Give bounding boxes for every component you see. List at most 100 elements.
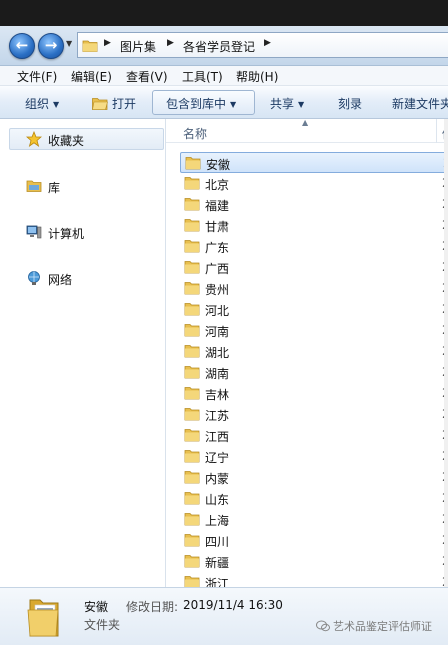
column-header-name[interactable]: 名称 [183,125,207,142]
new-folder-button[interactable]: 新建文件夹 [392,95,448,112]
sort-ascending-icon: ▲ [302,119,309,127]
menu-bar: 文件(F) 编辑(E) 查看(V) 工具(T) 帮助(H) [0,66,448,86]
folder-icon [184,576,200,587]
open-button[interactable]: 打开 [92,95,136,112]
nav-computer[interactable]: 计算机 [48,225,84,242]
folder-icon [184,261,200,274]
back-button[interactable]: ← [9,33,35,59]
library-icon [26,180,42,192]
list-item[interactable]: 广东2 [180,236,448,257]
menu-view[interactable]: 查看(V) [126,68,168,85]
list-item[interactable]: 广西2 [180,257,448,278]
list-item[interactable]: 浙江2 [180,572,448,587]
share-label: 共享 [270,97,295,111]
list-item[interactable]: 江苏2 [180,404,448,425]
folder-icon [184,240,200,253]
breadcrumb-item[interactable]: 图片集 [120,38,156,55]
list-item[interactable]: 湖南2 [180,362,448,383]
list-item[interactable]: 四川2 [180,530,448,551]
wechat-icon [316,620,330,632]
list-item-name: 广东 [205,241,230,255]
include-in-library-label-wrap[interactable]: 包含到库中 ▼ [166,95,236,112]
list-item[interactable]: 贵州2 [180,278,448,299]
list-item[interactable]: 北京2 [180,173,448,194]
folder-icon [184,492,200,505]
folder-icon [184,219,200,232]
list-item[interactable]: 山东2 [180,488,448,509]
list-item-name: 上海 [205,514,230,528]
list-item-name: 山东 [205,493,230,507]
list-item[interactable]: 安徽2 [180,152,448,173]
navigation-pane: 收藏夹 库 计算机 网络 [0,119,166,587]
star-icon [26,131,42,147]
organize-button[interactable]: 组织 ▼ [25,95,59,112]
list-item[interactable]: 内蒙2 [180,467,448,488]
breadcrumb-chevron-icon[interactable]: ▶ [167,38,174,48]
large-folder-icon [27,599,59,637]
menu-file[interactable]: 文件(F) [17,68,57,85]
dropdown-arrow-icon: ▼ [53,100,60,109]
list-item[interactable]: 吉林2 [180,383,448,404]
breadcrumb-chevron-icon[interactable]: ▶ [264,38,271,48]
list-item[interactable]: 江西2 [180,425,448,446]
column-divider[interactable] [436,119,437,143]
list-item-name: 安徽 [206,158,231,172]
list-item-name: 吉林 [205,388,230,402]
details-item-name: 安徽 [84,600,109,614]
watermark-text: 艺术品鉴定评估师证 [333,620,432,633]
column-header-row: 名称 ▲ 修 [166,119,448,143]
list-item[interactable]: 辽宁2 [180,446,448,467]
folder-icon [184,303,200,316]
list-item-name: 湖南 [205,367,230,381]
nav-favorites[interactable]: 收藏夹 [48,132,84,149]
menu-tools[interactable]: 工具(T) [182,68,223,85]
folder-icon [184,177,200,190]
folder-icon [184,345,200,358]
details-date-label: 修改日期: [126,600,179,614]
list-item-name: 河北 [205,304,230,318]
list-item-name: 内蒙 [205,472,230,486]
folder-icon [184,408,200,421]
details-item-type: 文件夹 [84,618,121,632]
share-button[interactable]: 共享 ▼ [270,95,304,112]
vertical-scrollbar[interactable] [444,119,448,587]
list-item-name: 江西 [205,430,230,444]
menu-help[interactable]: 帮助(H) [236,68,278,85]
folder-icon [184,429,200,442]
open-folder-icon [92,98,108,110]
list-item[interactable]: 甘肃2 [180,215,448,236]
nav-network[interactable]: 网络 [48,271,72,288]
folder-icon [184,324,200,337]
list-item[interactable]: 新疆2 [180,551,448,572]
list-item[interactable]: 福建2 [180,194,448,215]
recent-pages-dropdown-icon[interactable]: ▼ [66,39,72,48]
forward-button[interactable]: → [38,33,64,59]
folder-icon [184,198,200,211]
watermark: 艺术品鉴定评估师证 [316,618,432,634]
menu-edit[interactable]: 编辑(E) [71,68,112,85]
list-item-name: 福建 [205,199,230,213]
list-item-name: 广西 [205,262,230,276]
folder-icon [184,450,200,463]
burn-button[interactable]: 刻录 [338,95,362,112]
list-item-name: 贵州 [205,283,230,297]
folder-icon [184,471,200,484]
list-item[interactable]: 河北2 [180,299,448,320]
list-item-name: 江苏 [205,409,230,423]
list-item-name: 甘肃 [205,220,230,234]
folder-icon [184,282,200,295]
nav-libraries[interactable]: 库 [48,179,60,196]
window-top-band [0,0,448,26]
folder-icon [184,555,200,568]
folder-icon [184,387,200,400]
breadcrumb-item[interactable]: 各省学员登记 [183,38,255,55]
list-item[interactable]: 上海2 [180,509,448,530]
details-date-value: 2019/11/4 16:30 [183,598,283,612]
folder-icon [184,534,200,547]
breadcrumb-chevron-icon[interactable]: ▶ [104,38,111,48]
list-item[interactable]: 河南2 [180,320,448,341]
command-toolbar: 组织 ▼ 打开 包含到库中 ▼ 共享 ▼ 刻录 新建文件夹 [0,86,448,119]
list-item[interactable]: 湖北2 [180,341,448,362]
list-item-name: 湖北 [205,346,230,360]
address-box[interactable]: ▶ 图片集 ▶ 各省学员登记 ▶ [77,32,448,58]
